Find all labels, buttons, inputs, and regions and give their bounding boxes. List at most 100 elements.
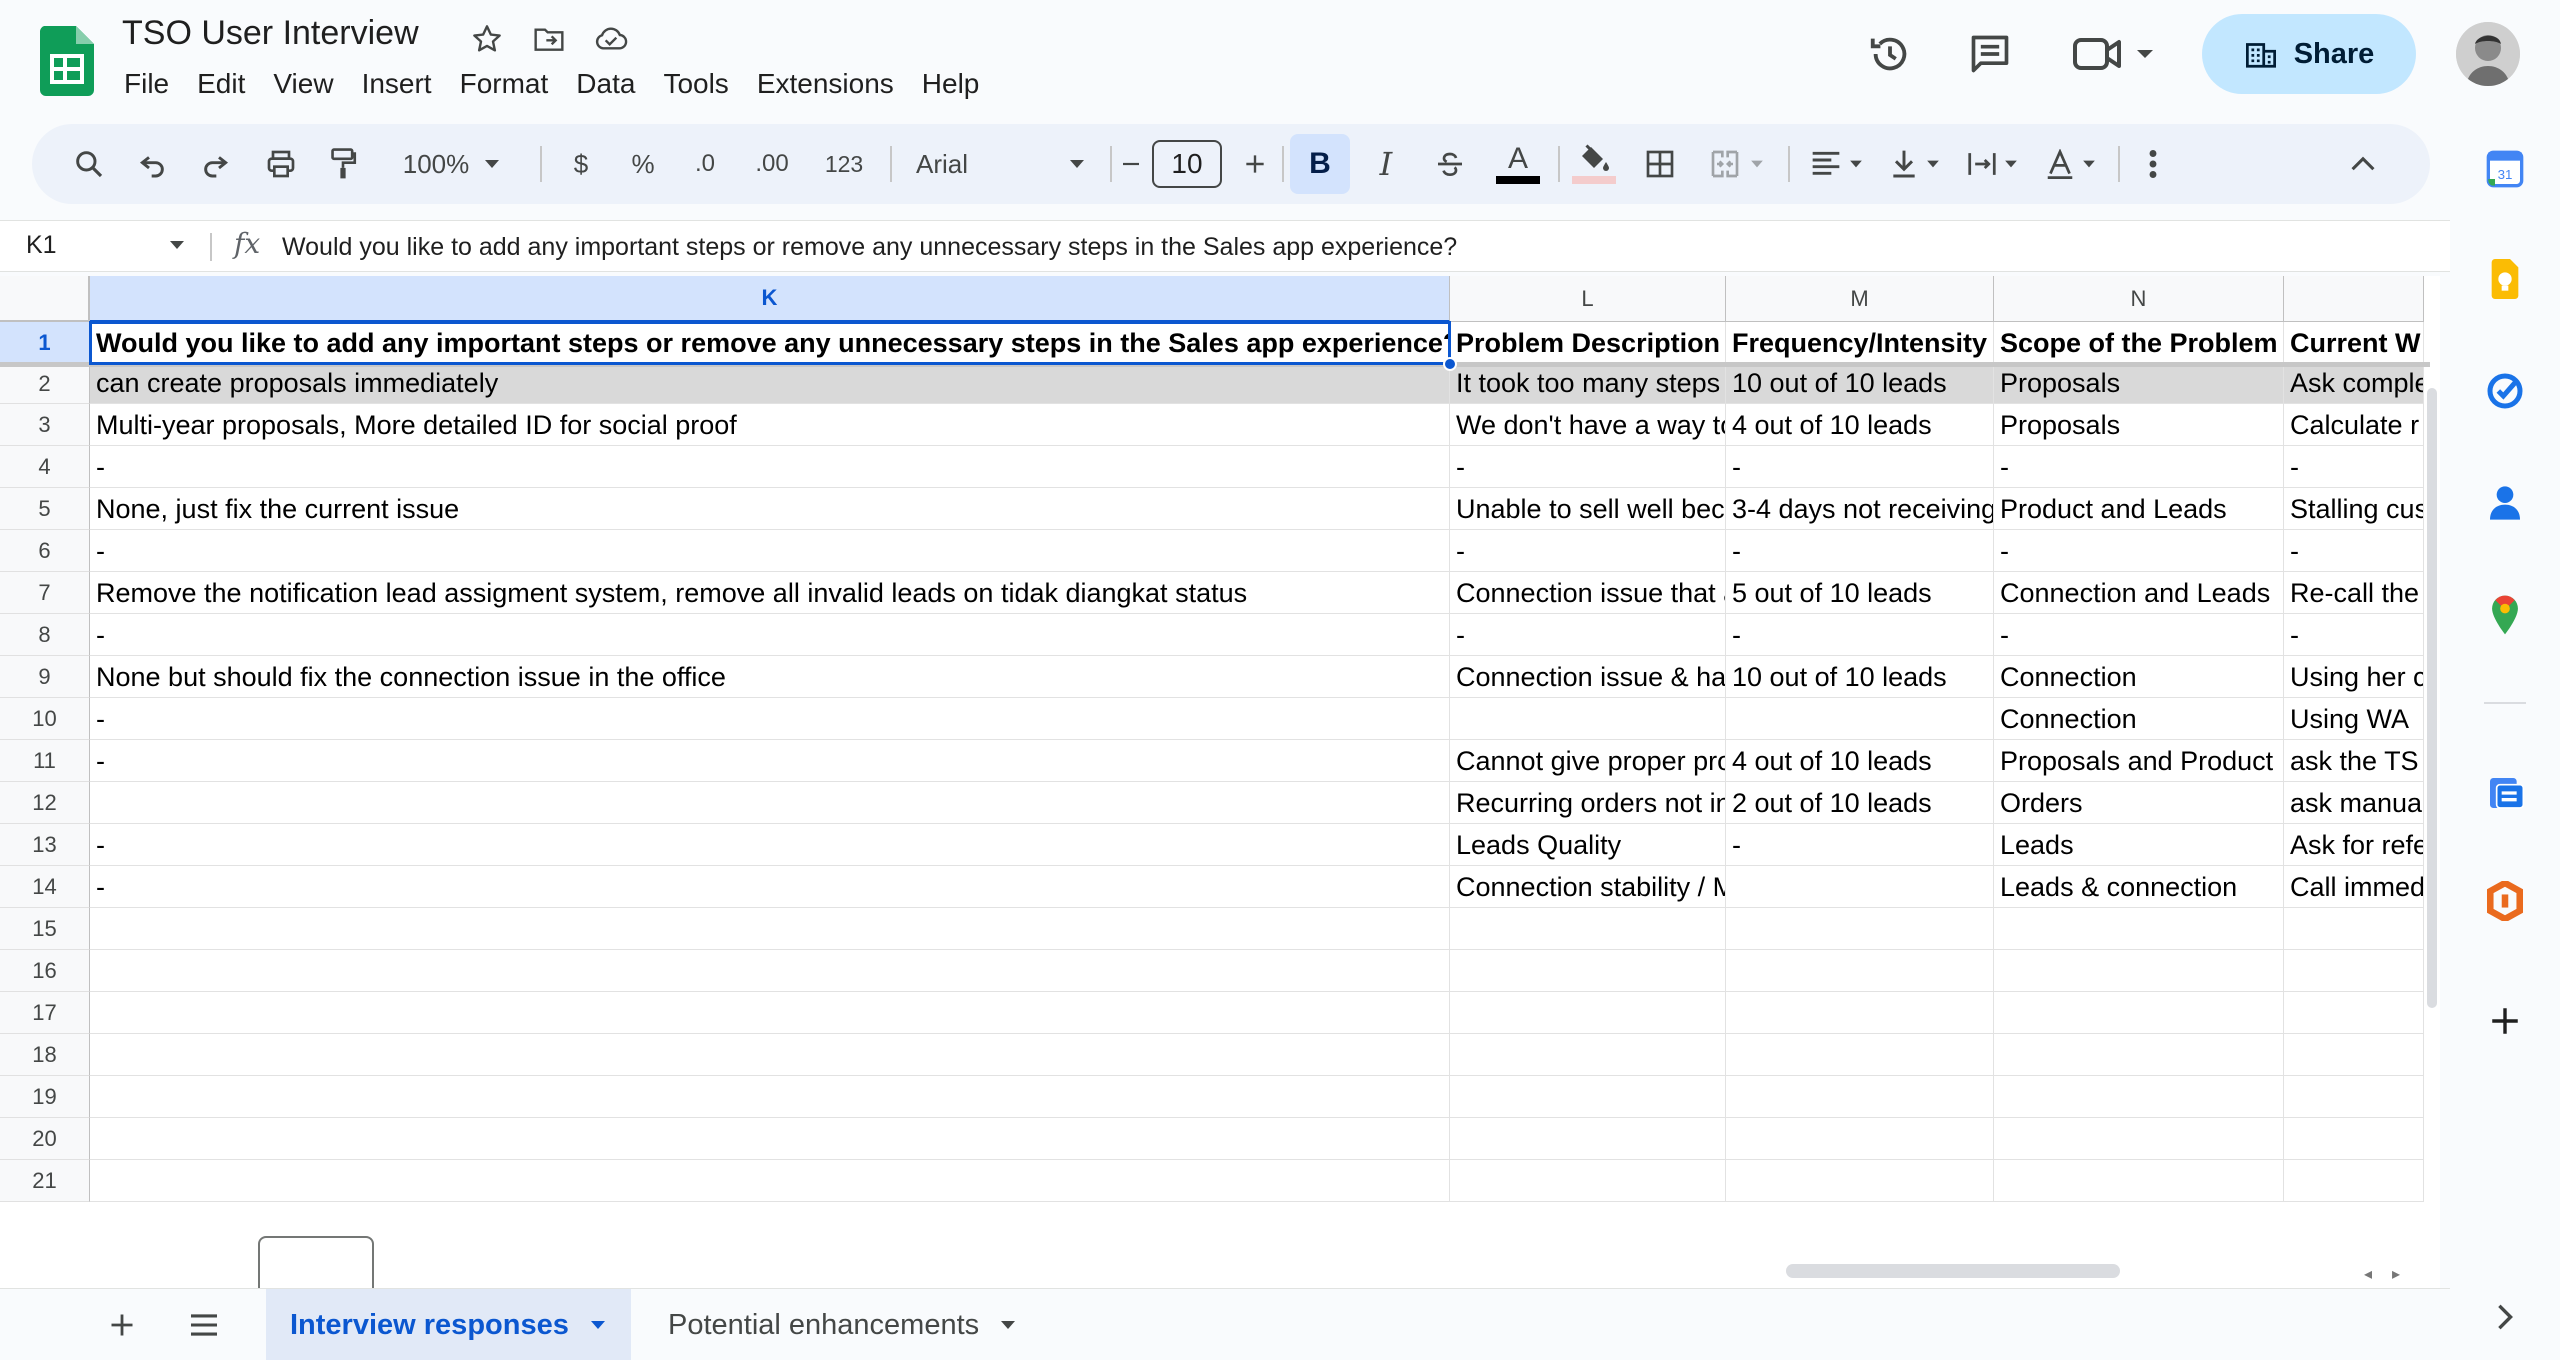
table-cell[interactable] [1450,698,1726,740]
undo-icon[interactable] [126,124,180,204]
table-cell[interactable]: Connection issue & has [1450,656,1726,698]
table-cell[interactable]: - [2284,446,2424,488]
table-cell[interactable]: - [1450,530,1726,572]
table-cell[interactable]: Ask for refe [2284,824,2424,866]
row-header[interactable]: 2 [0,364,90,404]
horizontal-scroll-thumb[interactable] [1786,1264,2120,1278]
table-cell[interactable] [1726,908,1994,950]
row-header[interactable]: 13 [0,824,90,866]
decrease-decimal-button[interactable]: .0 [678,124,732,204]
table-cell[interactable] [1726,1076,1994,1118]
table-cell[interactable] [1726,1034,1994,1076]
move-to-folder-icon[interactable] [528,18,570,60]
table-cell[interactable]: Proposals [1994,404,2284,446]
row-header[interactable]: 15 [0,908,90,950]
table-cell[interactable]: Unable to sell well beca [1450,488,1726,530]
keep-icon[interactable] [2484,258,2526,300]
table-cell[interactable] [2284,1076,2424,1118]
table-cell[interactable] [90,1034,1450,1076]
row-header[interactable]: 5 [0,488,90,530]
sheets-logo-icon[interactable] [39,26,94,96]
spreadsheet-grid[interactable]: K L M N 1 2 3 4 5 6 7 8 9 10 11 12 13 14 15 16 17 18 19 20 21 Wou… [0,276,2440,1214]
table-cell[interactable]: Calculate r [2284,404,2424,446]
table-cell[interactable] [1450,992,1726,1034]
scroll-right-icon[interactable]: ▸ [2392,1264,2400,1284]
header-cell[interactable]: Scope of the Problem [1994,322,2284,364]
table-cell[interactable] [1994,1076,2284,1118]
column-header[interactable]: M [1726,276,1994,322]
table-cell[interactable] [90,782,1450,824]
table-cell[interactable]: Remove the notification lead assigment s… [90,572,1450,614]
table-cell[interactable] [2284,950,2424,992]
table-cell[interactable]: Stalling cus [2284,488,2424,530]
table-cell[interactable]: Call immed [2284,866,2424,908]
more-formats-button[interactable]: 123 [812,124,876,204]
table-cell[interactable]: 10 out of 10 leads [1726,656,1994,698]
menu-file[interactable]: File [110,64,183,104]
table-cell[interactable] [1994,1118,2284,1160]
table-cell[interactable] [1994,992,2284,1034]
table-cell[interactable] [1994,1160,2284,1202]
table-cell[interactable]: ask manua [2284,782,2424,824]
vertical-scrollbar[interactable] [2424,376,2440,1136]
table-cell[interactable] [1450,1160,1726,1202]
zoom-select[interactable]: 100% [382,124,522,204]
table-cell[interactable]: Product and Leads [1994,488,2284,530]
table-cell[interactable] [2284,908,2424,950]
table-cell[interactable]: Multi-year proposals, More detailed ID f… [90,404,1450,446]
table-cell[interactable]: can create proposals immediately [90,364,1450,404]
table-cell[interactable]: 4 out of 10 leads [1726,404,1994,446]
table-cell[interactable]: 3-4 days not receiving [1726,488,1994,530]
table-cell[interactable]: None, just fix the current issue [90,488,1450,530]
table-cell[interactable] [1994,1034,2284,1076]
table-cell[interactable]: - [1994,530,2284,572]
percent-format-button[interactable]: % [616,124,670,204]
increase-font-size-icon[interactable] [1230,124,1280,204]
table-cell[interactable]: Leads [1994,824,2284,866]
table-cell[interactable] [1994,950,2284,992]
chevron-down-icon[interactable] [999,1319,1017,1331]
row-header[interactable]: 9 [0,656,90,698]
meet-call-icon[interactable] [2070,26,2160,82]
column-header[interactable] [2284,276,2424,322]
column-header[interactable]: L [1450,276,1726,322]
row-header[interactable]: 6 [0,530,90,572]
table-cell[interactable]: Connection and Leads [1994,572,2284,614]
row-header[interactable]: 4 [0,446,90,488]
bold-button[interactable]: B [1290,134,1350,194]
table-cell[interactable]: Connection [1994,656,2284,698]
add-rows-input[interactable] [258,1236,374,1288]
table-cell[interactable] [1450,908,1726,950]
table-cell[interactable]: Connection stability / Missing scheduled… [1450,866,1726,908]
office-addon-icon[interactable] [2484,880,2526,922]
table-cell[interactable]: - [2284,614,2424,656]
table-cell[interactable]: Leads Quality [1450,824,1726,866]
all-sheets-icon[interactable] [176,1289,232,1360]
table-cell[interactable]: - [90,614,1450,656]
forms-addon-icon[interactable] [2484,772,2526,814]
table-cell[interactable]: - [90,446,1450,488]
strikethrough-icon[interactable] [1422,124,1478,204]
more-options-icon[interactable] [2126,124,2180,204]
table-cell[interactable] [90,992,1450,1034]
search-menus-icon[interactable] [62,124,116,204]
share-button[interactable]: Share [2202,14,2416,94]
table-cell[interactable]: - [1726,530,1994,572]
row-header[interactable]: 21 [0,1160,90,1202]
italic-button[interactable]: I [1358,124,1414,204]
borders-icon[interactable] [1632,124,1688,204]
table-cell[interactable]: - [90,698,1450,740]
comments-icon[interactable] [1962,26,2018,82]
star-icon[interactable] [466,18,508,60]
table-cell[interactable] [1726,1118,1994,1160]
table-cell[interactable]: ask the TS [2284,740,2424,782]
row-header[interactable]: 14 [0,866,90,908]
table-cell[interactable]: - [2284,530,2424,572]
select-all-corner[interactable] [0,276,90,322]
tasks-icon[interactable] [2484,370,2526,412]
table-cell[interactable]: We don't have a way to [1450,404,1726,446]
table-cell[interactable]: Recurring orders not in [1450,782,1726,824]
table-cell[interactable]: - [90,866,1450,908]
table-cell[interactable]: Using WA [2284,698,2424,740]
vertical-align-button[interactable] [1880,124,1950,204]
